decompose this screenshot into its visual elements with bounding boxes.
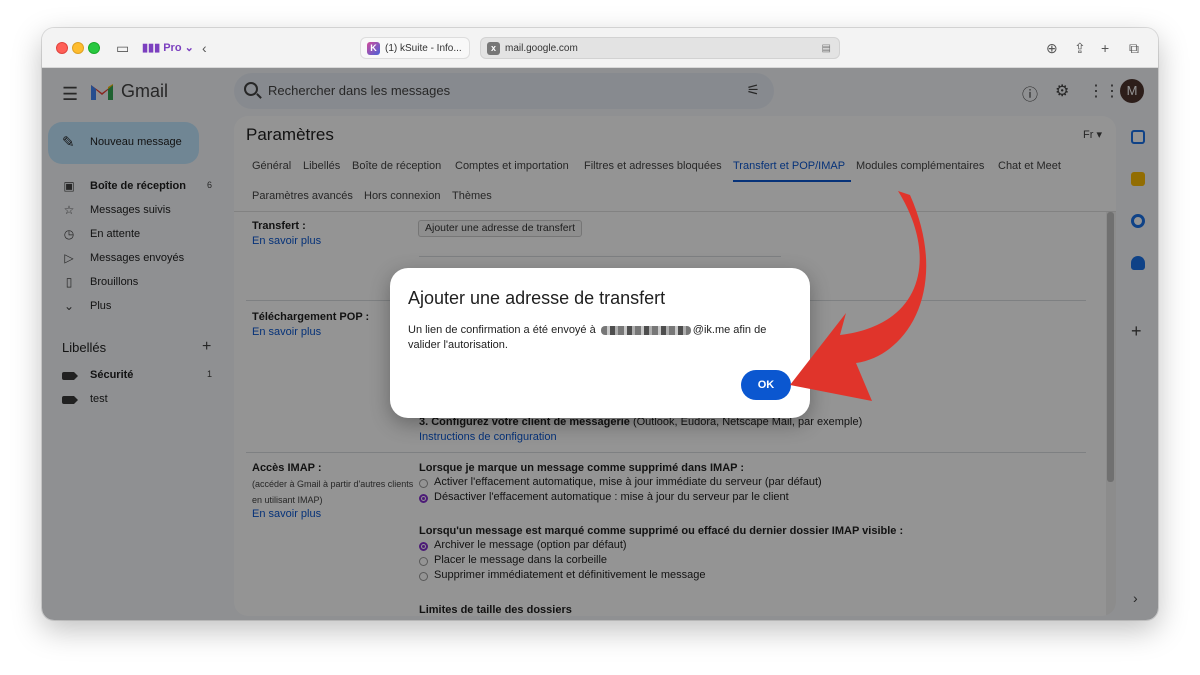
reader-icon[interactable]: ▤ bbox=[822, 38, 831, 58]
sidebar-toggle-icon[interactable]: ▭ bbox=[116, 39, 129, 57]
back-icon[interactable]: ‹ bbox=[202, 39, 207, 57]
dialog-title: Ajouter une adresse de transfert bbox=[408, 288, 666, 308]
ksuite-favicon-icon: K bbox=[367, 42, 380, 55]
profile-switcher[interactable]: ▮▮▮ Pro ⌄ bbox=[142, 40, 194, 56]
browser-tab-gmail[interactable]: x mail.google.com ▤ bbox=[480, 37, 840, 59]
chevron-down-icon: ⌄ bbox=[181, 42, 194, 54]
close-window-button[interactable] bbox=[56, 42, 68, 54]
profile-icon: ▮▮▮ bbox=[142, 42, 164, 54]
download-icon[interactable]: ⊕ bbox=[1046, 39, 1058, 57]
browser-tab-ksuite[interactable]: K (1) kSuite - Info... bbox=[360, 37, 470, 59]
redacted-email bbox=[600, 325, 691, 335]
tab-overview-icon[interactable]: ⧉ bbox=[1129, 39, 1139, 57]
add-forwarding-dialog: Ajouter une adresse de transfert Un lien… bbox=[390, 268, 810, 418]
dialog-message: Un lien de confirmation a été envoyé à @… bbox=[408, 324, 767, 351]
zoom-window-button[interactable] bbox=[88, 42, 100, 54]
browser-titlebar: ▭ ▮▮▮ Pro ⌄ ‹ K (1) kSuite - Info... x m… bbox=[42, 28, 1158, 68]
new-tab-icon[interactable]: + bbox=[1101, 39, 1109, 57]
address-bar[interactable]: mail.google.com bbox=[505, 43, 578, 54]
red-arrow-annotation bbox=[790, 191, 927, 401]
share-icon[interactable]: ⇪ bbox=[1074, 39, 1086, 57]
gmail-favicon-icon: x bbox=[487, 42, 500, 55]
minimize-window-button[interactable] bbox=[72, 42, 84, 54]
